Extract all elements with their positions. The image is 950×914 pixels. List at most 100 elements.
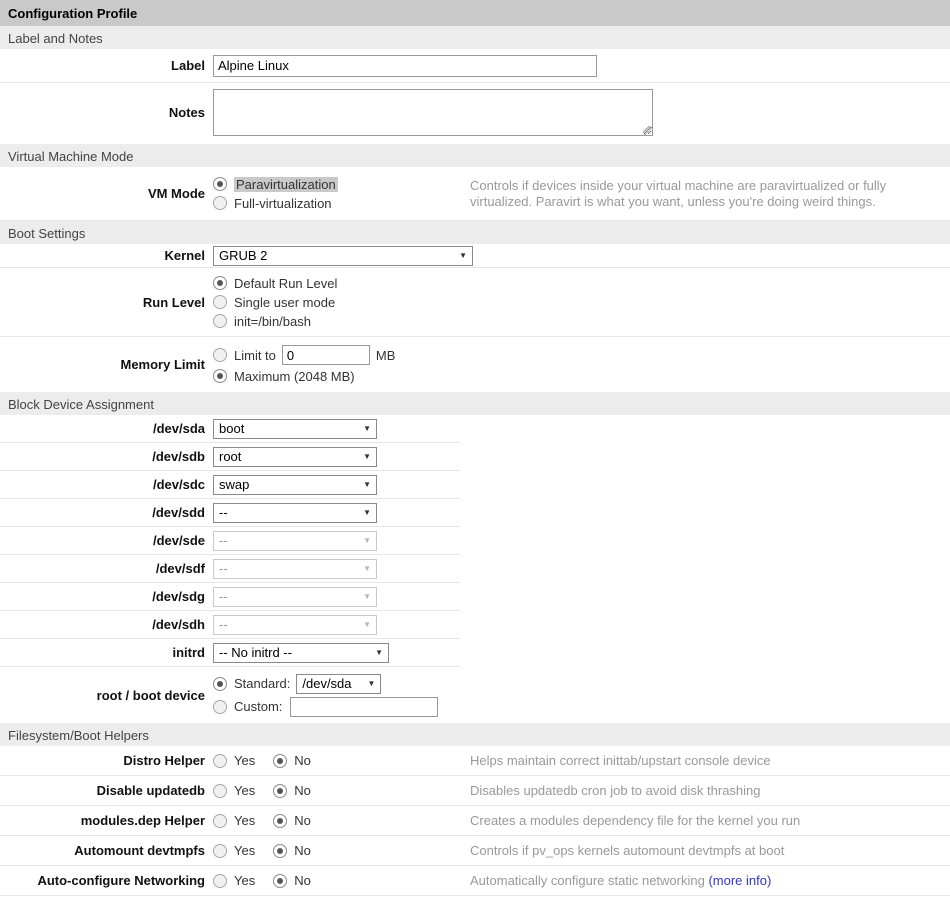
block-device-select-value: swap	[219, 477, 249, 492]
helper-radio-no[interactable]	[273, 814, 287, 828]
run-level-radio-default[interactable]	[213, 276, 227, 290]
helper-option-no[interactable]: No	[273, 841, 311, 860]
helper-radio-no[interactable]	[273, 844, 287, 858]
helper-option-no[interactable]: No	[273, 871, 311, 890]
memory-limit-input[interactable]	[282, 345, 370, 365]
helper-option-no[interactable]: No	[273, 751, 311, 770]
block-device-label: /dev/sdh	[0, 617, 213, 632]
label-field-cell	[213, 55, 597, 77]
run-level-option-label: init=/bin/bash	[234, 314, 311, 329]
helper-yes-label: Yes	[234, 843, 255, 858]
vm-mode-radio-paravirtualization[interactable]	[213, 177, 227, 191]
helper-options: Yes No	[213, 871, 470, 890]
more-info-link[interactable]: (more info)	[708, 873, 771, 888]
root-boot-device-options: Standard: /dev/sda ▼ Custom:	[213, 672, 438, 718]
vm-mode-option-label: Full-virtualization	[234, 196, 332, 211]
helper-label: modules.dep Helper	[0, 813, 213, 828]
vm-mode-option-paravirtualization[interactable]: Paravirtualization	[213, 175, 470, 194]
helper-radio-yes[interactable]	[213, 814, 227, 828]
memory-limit-radio-limit[interactable]	[213, 348, 227, 362]
helper-option-yes[interactable]: Yes	[213, 751, 255, 770]
block-device-field-cell: -- ▼	[213, 559, 470, 579]
helper-help-text: Helps maintain correct inittab/upstart c…	[470, 753, 781, 769]
helper-radio-no[interactable]	[273, 754, 287, 768]
memory-limit-option-limit[interactable]: Limit to MB	[213, 344, 395, 367]
block-device-select-value: --	[219, 505, 228, 520]
run-level-option-init-bash[interactable]: init=/bin/bash	[213, 312, 470, 331]
helper-row-distro-helper: Distro Helper Yes No Helps maintain corr…	[0, 746, 950, 776]
notes-field-label: Notes	[0, 89, 213, 120]
run-level-radio-init-bash[interactable]	[213, 314, 227, 328]
block-device-select-sdg: -- ▼	[213, 587, 377, 607]
helper-radio-no[interactable]	[273, 784, 287, 798]
helper-yes-label: Yes	[234, 783, 255, 798]
block-device-select-value: --	[219, 617, 228, 632]
run-level-option-label: Single user mode	[234, 295, 335, 310]
chevron-down-icon: ▼	[363, 620, 371, 629]
helper-option-yes[interactable]: Yes	[213, 781, 255, 800]
block-device-label: /dev/sdb	[0, 449, 213, 464]
chevron-down-icon: ▼	[363, 592, 371, 601]
label-input[interactable]	[213, 55, 597, 77]
block-device-select-sdb[interactable]: root ▼	[213, 447, 377, 467]
helper-row-disable-updatedb: Disable updatedb Yes No Disables updated…	[0, 776, 950, 806]
helper-radio-yes[interactable]	[213, 844, 227, 858]
block-device-row: /dev/sde -- ▼	[0, 527, 460, 555]
block-device-field-cell: root ▼	[213, 447, 470, 467]
root-boot-standard-label: Standard:	[234, 676, 290, 691]
memory-limit-option-label: Maximum (2048 MB)	[234, 369, 355, 384]
memory-limit-option-label: Limit to	[234, 348, 276, 363]
block-device-row: /dev/sda boot ▼	[0, 415, 460, 443]
memory-limit-option-maximum[interactable]: Maximum (2048 MB)	[213, 367, 395, 386]
block-device-select-value: --	[219, 533, 228, 548]
vm-mode-help-text: Controls if devices inside your virtual …	[470, 178, 950, 210]
helper-radio-no[interactable]	[273, 874, 287, 888]
root-boot-option-standard[interactable]: Standard: /dev/sda ▼	[213, 672, 438, 695]
block-device-select-sdc[interactable]: swap ▼	[213, 475, 377, 495]
helper-help-text: Creates a modules dependency file for th…	[470, 813, 810, 829]
block-device-label: /dev/sdf	[0, 561, 213, 576]
vm-mode-radio-full-virtualization[interactable]	[213, 196, 227, 210]
chevron-down-icon: ▼	[375, 648, 383, 657]
helper-option-no[interactable]: No	[273, 781, 311, 800]
memory-limit-radio-maximum[interactable]	[213, 369, 227, 383]
root-boot-standard-select[interactable]: /dev/sda ▼	[296, 674, 381, 694]
block-device-select-sdd[interactable]: -- ▼	[213, 503, 377, 523]
run-level-radio-single-user[interactable]	[213, 295, 227, 309]
helper-help-text: Controls if pv_ops kernels automount dev…	[470, 843, 794, 859]
block-device-field-cell: -- ▼	[213, 503, 470, 523]
vm-mode-option-full-virtualization[interactable]: Full-virtualization	[213, 194, 470, 213]
label-field-label: Label	[0, 58, 213, 73]
helper-radio-yes[interactable]	[213, 754, 227, 768]
helper-option-no[interactable]: No	[273, 811, 311, 830]
helper-yes-label: Yes	[234, 813, 255, 828]
block-device-select-sda[interactable]: boot ▼	[213, 419, 377, 439]
run-level-option-single-user[interactable]: Single user mode	[213, 293, 470, 312]
root-boot-radio-custom[interactable]	[213, 700, 227, 714]
notes-textarea[interactable]	[213, 89, 653, 136]
initrd-select[interactable]: -- No initrd -- ▼	[213, 643, 389, 663]
block-device-select-value: root	[219, 449, 241, 464]
kernel-select[interactable]: GRUB 2 ▼	[213, 246, 473, 266]
helper-option-yes[interactable]: Yes	[213, 871, 255, 890]
notes-row: Notes	[0, 83, 950, 144]
section-virtual-machine-mode: Virtual Machine Mode	[0, 144, 950, 167]
notes-field-cell	[213, 89, 653, 139]
helper-yes-label: Yes	[234, 753, 255, 768]
root-boot-custom-input[interactable]	[290, 697, 438, 717]
helper-radio-yes[interactable]	[213, 784, 227, 798]
run-level-option-default[interactable]: Default Run Level	[213, 274, 470, 293]
chevron-down-icon: ▼	[459, 251, 467, 260]
helper-help-text-part: Automatically configure static networkin…	[470, 873, 705, 888]
root-boot-radio-standard[interactable]	[213, 677, 227, 691]
block-device-row: /dev/sdh -- ▼	[0, 611, 460, 639]
helper-option-yes[interactable]: Yes	[213, 811, 255, 830]
root-boot-option-custom[interactable]: Custom:	[213, 695, 438, 718]
section-boot-settings: Boot Settings	[0, 221, 950, 244]
label-row: Label	[0, 49, 950, 83]
root-boot-device-row: root / boot device Standard: /dev/sda ▼ …	[0, 667, 950, 723]
helper-radio-yes[interactable]	[213, 874, 227, 888]
kernel-row: Kernel GRUB 2 ▼	[0, 244, 950, 268]
helper-option-yes[interactable]: Yes	[213, 841, 255, 860]
block-device-select-sdh: -- ▼	[213, 615, 377, 635]
